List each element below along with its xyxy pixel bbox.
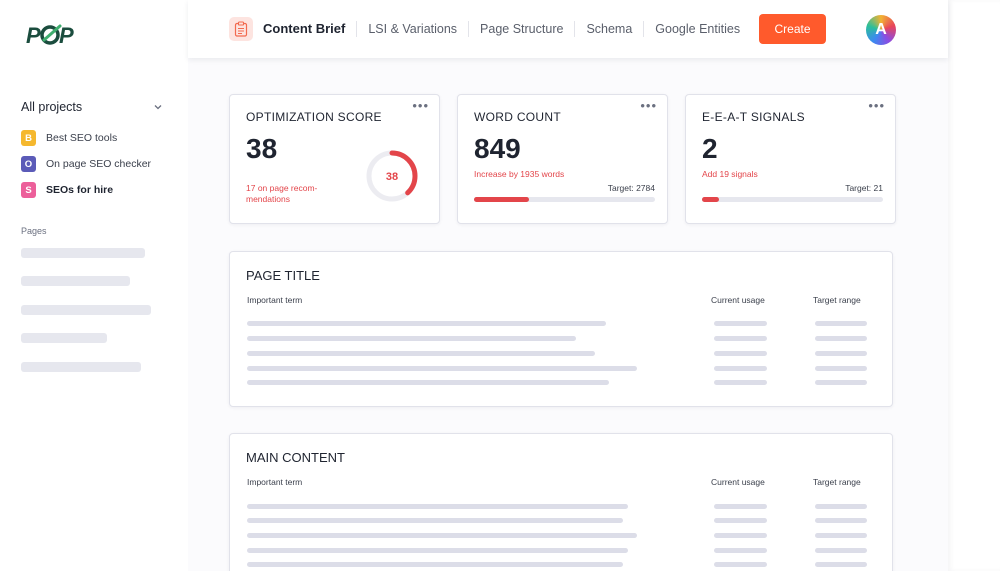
- svg-text:P: P: [59, 23, 74, 48]
- usage-placeholder: [714, 548, 767, 553]
- create-button[interactable]: Create: [759, 14, 826, 44]
- usage-placeholder: [714, 562, 767, 567]
- target-placeholder: [815, 351, 867, 356]
- sidebar: P P All projects B Best SEO tools O On p…: [0, 0, 186, 571]
- term-placeholder: [247, 321, 606, 326]
- eeat-progress-fill: [702, 197, 720, 202]
- section-title: PAGE TITLE: [246, 268, 320, 283]
- page-placeholder[interactable]: [21, 362, 141, 372]
- term-placeholder: [247, 380, 609, 385]
- usage-placeholder: [714, 336, 767, 341]
- project-label: SEOs for hire: [46, 184, 114, 196]
- col-important-term: Important term: [247, 477, 303, 487]
- eeat-target: Target: 21: [845, 183, 883, 193]
- col-current-usage: Current usage: [711, 295, 765, 305]
- col-target-range: Target range: [813, 295, 861, 305]
- term-placeholder: [247, 518, 623, 523]
- recommendations-note[interactable]: 17 on page recom- mendations: [246, 183, 317, 205]
- pages-label: Pages: [21, 226, 47, 236]
- page-placeholder[interactable]: [21, 276, 130, 286]
- card-title: OPTIMIZATION SCORE: [246, 110, 382, 124]
- pop-logo[interactable]: P P: [26, 20, 86, 50]
- eeat-note: Add 19 signals: [702, 169, 758, 179]
- target-placeholder: [815, 321, 867, 326]
- target-placeholder: [815, 380, 867, 385]
- tab-lsi-variations[interactable]: LSI & Variations: [356, 21, 468, 37]
- avatar[interactable]: A: [866, 15, 896, 45]
- target-placeholder: [815, 336, 867, 341]
- more-options-icon[interactable]: •••: [868, 98, 885, 113]
- page-placeholder[interactable]: [21, 333, 107, 343]
- eeat-value: 2: [702, 133, 718, 164]
- score-value: 38: [246, 133, 278, 164]
- eeat-signals-card: E-E-A-T SIGNALS ••• 2 Add 19 signals Tar…: [685, 94, 896, 224]
- term-placeholder: [247, 548, 628, 553]
- top-navigation-bar: Content Brief LSI & Variations Page Stru…: [188, 0, 948, 58]
- usage-placeholder: [714, 380, 767, 385]
- term-placeholder: [247, 504, 628, 509]
- all-projects-dropdown[interactable]: All projects: [21, 100, 163, 114]
- score-donut: 38: [366, 150, 418, 202]
- target-placeholder: [815, 562, 867, 567]
- project-label: Best SEO tools: [46, 132, 118, 144]
- target-placeholder: [815, 504, 867, 509]
- col-important-term: Important term: [247, 295, 303, 305]
- usage-placeholder: [714, 321, 767, 326]
- project-item-best-seo-tools[interactable]: B Best SEO tools: [21, 129, 171, 147]
- target-placeholder: [815, 533, 867, 538]
- col-current-usage: Current usage: [711, 477, 765, 487]
- project-list: B Best SEO tools O On page SEO checker S…: [21, 129, 171, 207]
- usage-placeholder: [714, 366, 767, 371]
- page-placeholder[interactable]: [21, 305, 151, 315]
- page-placeholder[interactable]: [21, 248, 145, 258]
- word-count-progress-track: [474, 197, 655, 202]
- usage-placeholder: [714, 518, 767, 523]
- tab-page-structure[interactable]: Page Structure: [468, 21, 574, 37]
- usage-placeholder: [714, 504, 767, 509]
- word-count-progress-fill: [474, 197, 530, 202]
- more-options-icon[interactable]: •••: [640, 98, 657, 113]
- word-count-note: Increase by 1935 words: [474, 169, 565, 179]
- term-placeholder: [247, 351, 595, 356]
- word-count-card: WORD COUNT ••• 849 Increase by 1935 word…: [457, 94, 668, 224]
- card-title: WORD COUNT: [474, 110, 561, 124]
- term-placeholder: [247, 533, 637, 538]
- term-placeholder: [247, 336, 576, 341]
- tab-content-brief[interactable]: Content Brief: [263, 21, 356, 37]
- usage-placeholder: [714, 351, 767, 356]
- chevron-down-icon: [154, 105, 162, 110]
- col-target-range: Target range: [813, 477, 861, 487]
- eeat-progress-track: [702, 197, 883, 202]
- card-title: E-E-A-T SIGNALS: [702, 110, 805, 124]
- main-content-section: MAIN CONTENT Important term Current usag…: [229, 433, 893, 571]
- project-badge: S: [21, 182, 36, 198]
- target-placeholder: [815, 366, 867, 371]
- project-badge: O: [21, 156, 36, 172]
- tab-schema[interactable]: Schema: [574, 21, 643, 37]
- term-placeholder: [247, 366, 637, 371]
- target-placeholder: [815, 548, 867, 553]
- section-title: MAIN CONTENT: [246, 450, 345, 465]
- clipboard-icon: [229, 17, 253, 41]
- word-count-value: 849: [474, 133, 521, 164]
- tab-bar: Content Brief LSI & Variations Page Stru…: [263, 0, 751, 58]
- avatar-initial: A: [875, 21, 887, 38]
- svg-text:P: P: [26, 23, 41, 48]
- project-label: On page SEO checker: [46, 158, 152, 170]
- donut-label: 38: [386, 171, 398, 183]
- tab-google-entities[interactable]: Google Entities: [643, 21, 751, 37]
- usage-placeholder: [714, 533, 767, 538]
- all-projects-label: All projects: [21, 100, 83, 114]
- term-placeholder: [247, 562, 623, 567]
- optimization-score-card: OPTIMIZATION SCORE ••• 38 17 on page rec…: [229, 94, 440, 224]
- right-gutter: [948, 0, 1000, 571]
- project-badge: B: [21, 130, 36, 146]
- more-options-icon[interactable]: •••: [412, 98, 429, 113]
- page-title-section: PAGE TITLE Important term Current usage …: [229, 251, 893, 407]
- word-count-target: Target: 2784: [607, 183, 655, 193]
- project-item-seos-for-hire[interactable]: S SEOs for hire: [21, 181, 171, 199]
- target-placeholder: [815, 518, 867, 523]
- project-item-on-page-seo-checker[interactable]: O On page SEO checker: [21, 155, 171, 173]
